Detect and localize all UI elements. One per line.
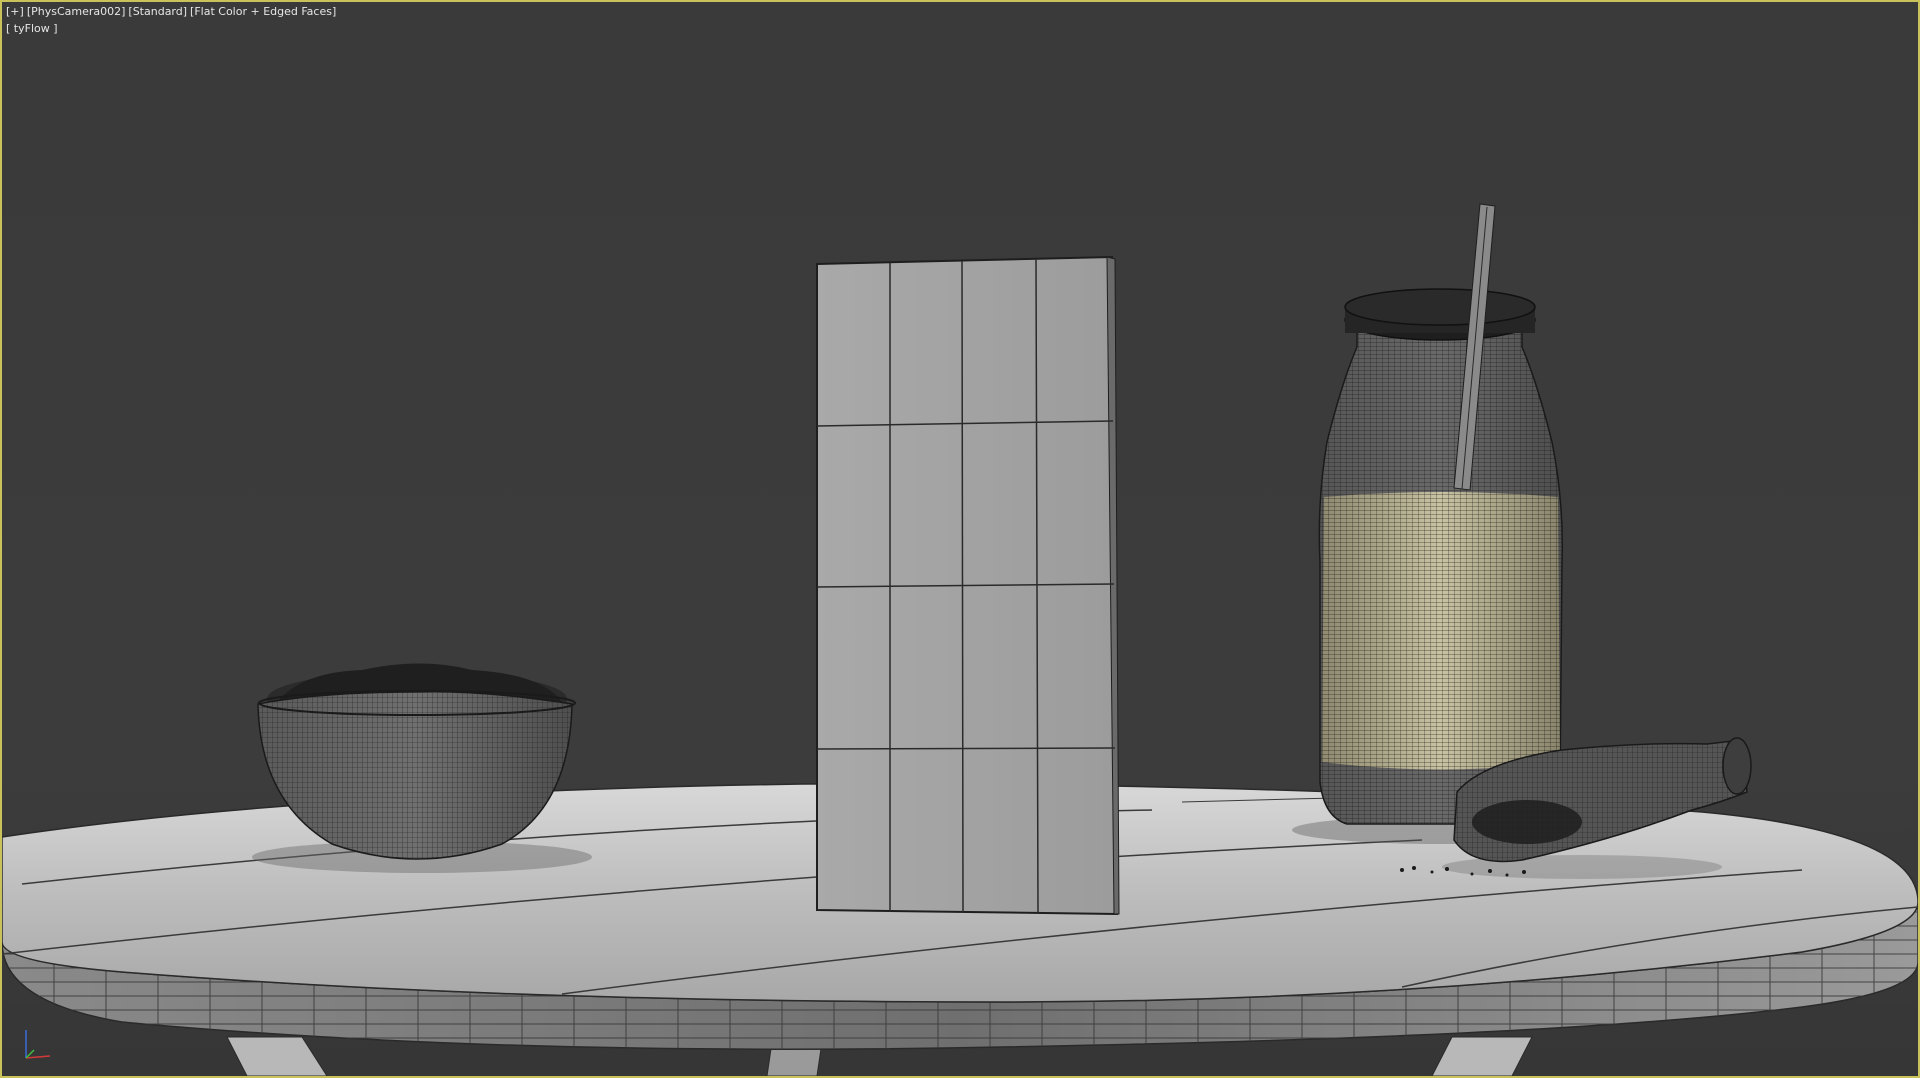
box (816, 255, 1120, 916)
viewport-shading-menu[interactable]: [Standard] (128, 5, 187, 18)
viewport-display-menu[interactable]: [Flat Color + Edged Faces] (190, 5, 336, 18)
scene-render[interactable] (2, 2, 1918, 1076)
tyflow-label[interactable]: [ tyFlow ] (6, 22, 58, 36)
axis-gizmo-icon (25, 1030, 51, 1059)
viewport-camera-menu[interactable]: [PhysCamera002] (27, 5, 126, 18)
camera-viewport[interactable]: [+] [PhysCamera002] [Standard] [Flat Color … (0, 0, 1920, 1078)
viewport-header: [+] [PhysCamera002] [Standard] [Flat Color … (6, 5, 339, 19)
axis-x-line (25, 1055, 51, 1059)
viewport-plus-menu[interactable]: [+] (6, 5, 24, 18)
